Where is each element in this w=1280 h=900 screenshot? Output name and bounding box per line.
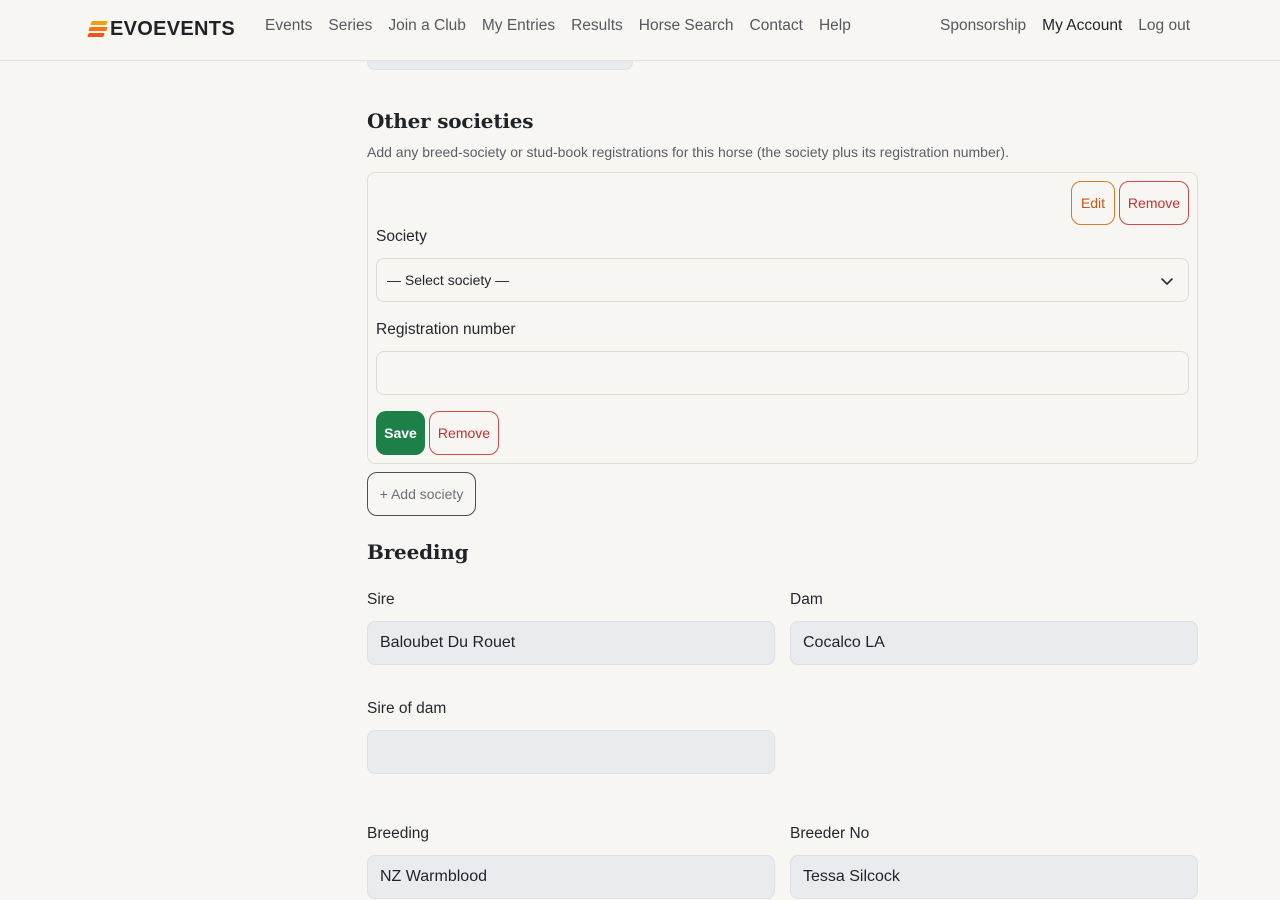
nav-join-club[interactable]: Join a Club	[388, 17, 466, 35]
logo-icon	[87, 20, 108, 38]
add-society-button[interactable]: + Add society	[367, 472, 476, 516]
nav-results[interactable]: Results	[571, 17, 623, 35]
save-society-button[interactable]: Save	[376, 411, 425, 455]
nav-help[interactable]: Help	[819, 17, 851, 35]
breeding-label: Breeding	[367, 825, 430, 842]
top-header: EVOEVENTS Events Series Join a Club My E…	[0, 0, 1280, 61]
registration-number-label: Registration number	[376, 321, 516, 338]
sire-of-dam-label: Sire of dam	[367, 700, 447, 717]
sire-of-dam-input[interactable]	[367, 730, 775, 774]
nav-series[interactable]: Series	[328, 17, 372, 35]
brand-logo[interactable]: EVOEVENTS	[87, 17, 235, 40]
nav-horse-search[interactable]: Horse Search	[639, 17, 734, 35]
other-societies-title: Other societies	[367, 109, 534, 133]
breeder-no-label: Breeder No	[790, 825, 870, 842]
nav-events[interactable]: Events	[265, 17, 312, 35]
remove-society-row-button[interactable]: Remove	[429, 411, 499, 455]
nav-contact[interactable]: Contact	[750, 17, 803, 35]
breeding-input[interactable]: NZ Warmblood	[367, 855, 775, 899]
sire-input[interactable]: Baloubet Du Rouet	[367, 621, 775, 665]
nav-my-account[interactable]: My Account	[1042, 17, 1122, 35]
society-select-value: — Select society —	[387, 272, 510, 288]
registration-number-input[interactable]	[376, 351, 1189, 395]
nav-my-entries[interactable]: My Entries	[482, 17, 555, 35]
other-societies-description: Add any breed-society or stud-book regis…	[367, 144, 1009, 160]
breeding-title: Breeding	[367, 540, 469, 564]
dam-label: Dam	[790, 591, 823, 608]
chevron-down-icon	[1161, 278, 1173, 285]
nav-log-out[interactable]: Log out	[1138, 17, 1190, 35]
breeder-no-input[interactable]: Tessa Silcock	[790, 855, 1198, 899]
remove-society-card-button[interactable]: Remove	[1119, 181, 1189, 225]
brand-name: EVOEVENTS	[110, 17, 235, 40]
edit-society-button[interactable]: Edit	[1071, 181, 1115, 225]
society-select[interactable]: — Select society —	[376, 258, 1189, 302]
society-label: Society	[376, 228, 427, 245]
account-nav: Sponsorship My Account Log out	[940, 17, 1190, 35]
nav-sponsorship[interactable]: Sponsorship	[940, 17, 1026, 35]
dam-input[interactable]: Cocalco LA	[790, 621, 1198, 665]
sire-label: Sire	[367, 591, 395, 608]
main-nav: Events Series Join a Club My Entries Res…	[265, 17, 851, 35]
